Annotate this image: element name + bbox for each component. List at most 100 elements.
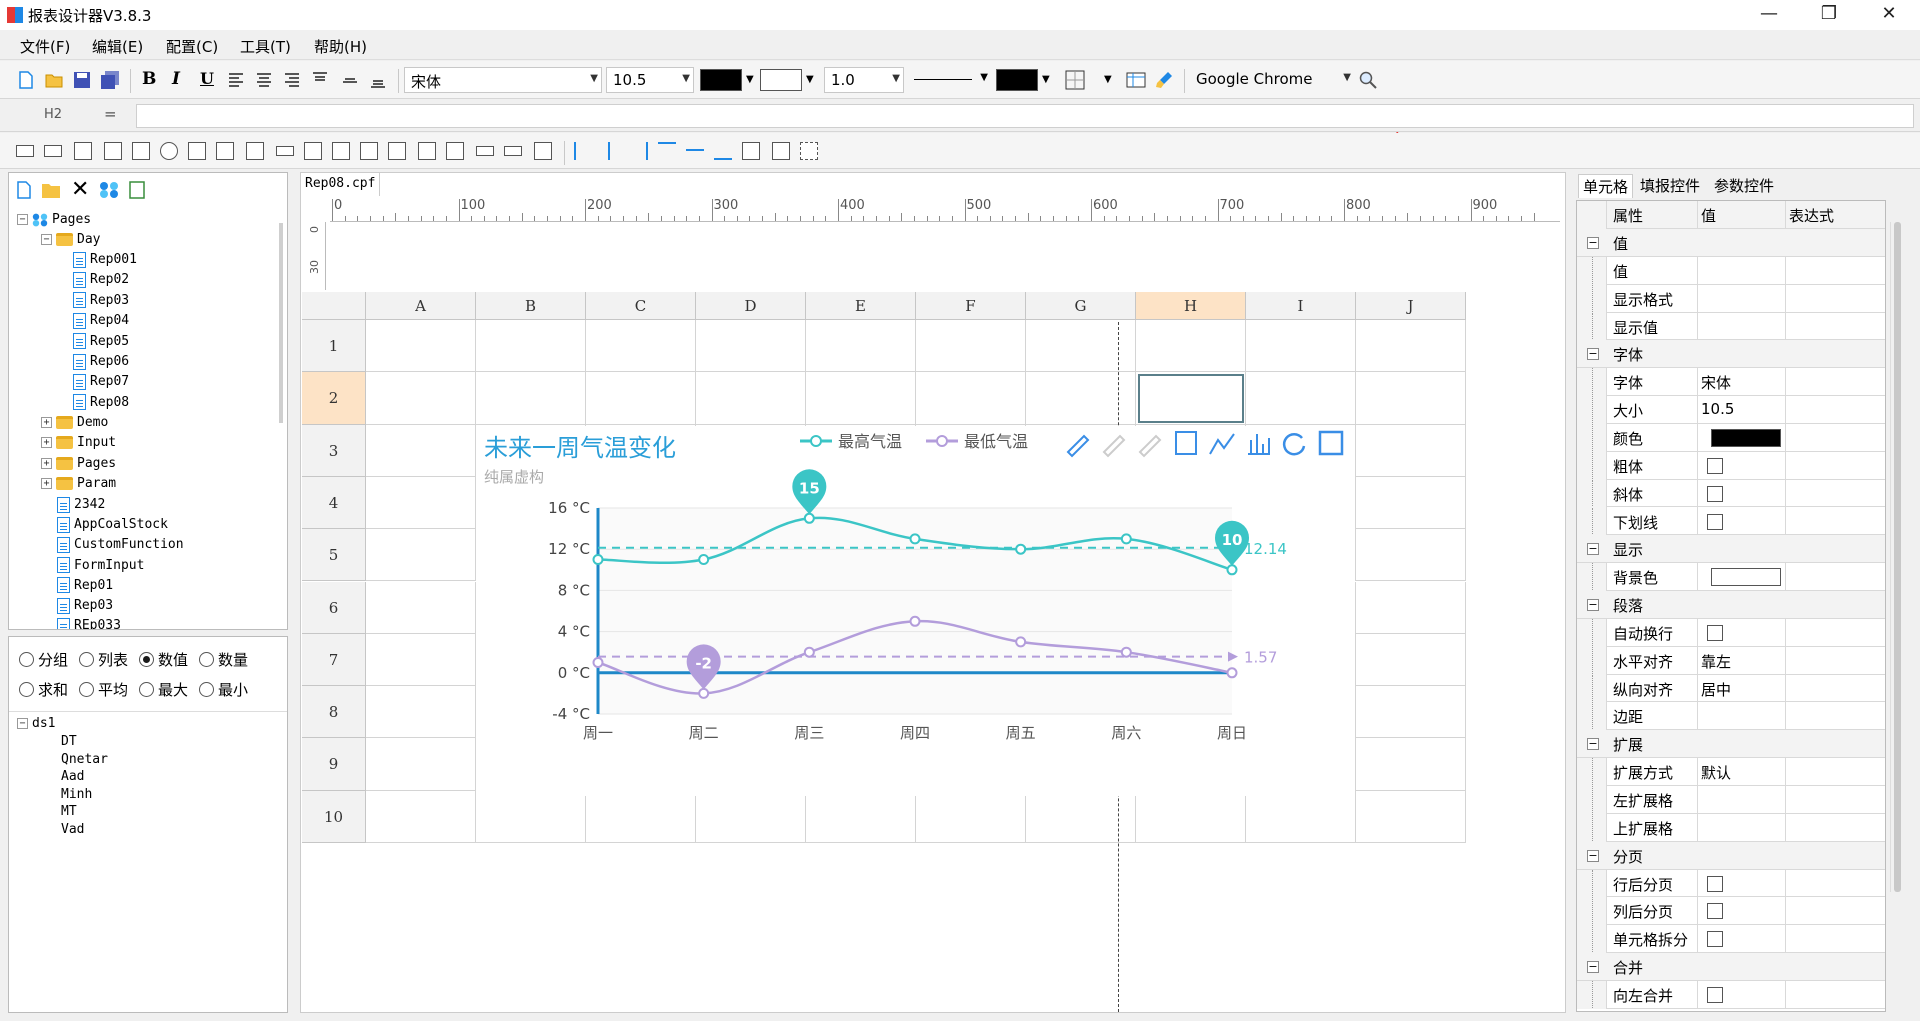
radio-circle[interactable] — [19, 682, 34, 697]
grid-cell[interactable] — [916, 320, 1026, 373]
list-form-icon[interactable] — [216, 142, 234, 160]
column-header[interactable]: G — [1026, 292, 1136, 320]
column-header[interactable]: A — [366, 292, 476, 320]
property-group[interactable]: − 字体 — [1577, 340, 1885, 369]
select-icon[interactable] — [476, 146, 494, 156]
grid-cell[interactable] — [1136, 790, 1246, 843]
property-row[interactable]: 值 — [1577, 256, 1885, 285]
property-group[interactable]: − 值 — [1577, 229, 1885, 257]
expand-icon[interactable]: + — [41, 478, 52, 490]
mark-line-icon[interactable] — [1102, 434, 1126, 458]
tree-report-item[interactable]: 2342 — [57, 496, 105, 514]
column-header[interactable]: D — [696, 292, 806, 320]
grid-cell[interactable] — [806, 372, 916, 425]
underline-icon[interactable]: U — [200, 69, 214, 88]
property-row[interactable]: 自动换行 — [1577, 618, 1885, 647]
grid-cell[interactable] — [1356, 581, 1466, 634]
textbox-icon[interactable] — [16, 145, 34, 157]
tree-report-item[interactable]: CustomFunction — [57, 536, 184, 554]
property-row[interactable]: 单元格拆分 — [1577, 925, 1885, 954]
property-row[interactable]: 字体 宋体 — [1577, 368, 1885, 397]
dataset-field[interactable]: Vad — [61, 821, 84, 839]
menu-config[interactable]: 配置(C) — [166, 36, 218, 57]
property-group[interactable]: − 显示 — [1577, 535, 1885, 564]
chevron-down-icon[interactable]: ▼ — [1042, 74, 1050, 85]
merge-icon[interactable] — [446, 142, 464, 160]
dataset-node[interactable]: − ds1 — [17, 715, 55, 733]
line-color-swatch[interactable] — [996, 69, 1038, 91]
clock-icon[interactable] — [160, 142, 178, 160]
align-rights-icon[interactable] — [630, 142, 648, 160]
property-group[interactable]: − 扩展 — [1577, 730, 1885, 759]
line-width-select[interactable]: 1.0 ▼ — [824, 67, 904, 93]
property-checkbox[interactable] — [1707, 624, 1723, 641]
grid-cell[interactable] — [1136, 320, 1246, 373]
legend-marker[interactable] — [810, 435, 822, 447]
new-file-icon[interactable] — [16, 70, 36, 90]
legend-label[interactable]: 最低气温 — [964, 432, 1028, 451]
back-color-swatch[interactable] — [760, 69, 802, 91]
grid-cell[interactable] — [366, 424, 476, 477]
font-size-select[interactable]: 10.5 ▼ — [606, 67, 694, 93]
radio-circle[interactable] — [19, 652, 34, 667]
align-center-icon[interactable] — [254, 70, 274, 90]
save-all-icon[interactable] — [100, 70, 120, 90]
grid-cell[interactable] — [366, 476, 476, 530]
row-header[interactable]: 3 — [302, 424, 366, 477]
color-swatch[interactable] — [1711, 428, 1781, 447]
menu-edit[interactable]: 编辑(E) — [92, 36, 143, 57]
property-checkbox[interactable] — [1707, 931, 1723, 948]
row-header[interactable]: 8 — [302, 686, 366, 739]
tree-report-item[interactable]: Rep08 — [73, 394, 129, 412]
column-header[interactable]: I — [1246, 292, 1356, 320]
align-left-icon[interactable] — [226, 70, 246, 90]
property-row[interactable]: 显示格式 — [1577, 284, 1885, 313]
border-icon[interactable] — [1064, 69, 1086, 91]
grid-cell[interactable] — [366, 372, 476, 425]
grid-cell[interactable] — [696, 790, 806, 843]
clear-mark-icon[interactable] — [1138, 434, 1162, 458]
bar-type-icon[interactable] — [1248, 434, 1270, 455]
option-radio[interactable]: 最小 — [199, 679, 248, 700]
same-width-icon[interactable] — [742, 142, 760, 160]
radio-circle[interactable] — [139, 682, 154, 697]
property-checkbox[interactable] — [1707, 513, 1723, 530]
property-row[interactable]: 下划线 — [1577, 507, 1885, 536]
tree-report-item[interactable]: Rep001 — [73, 251, 137, 269]
tree-report-item[interactable]: Rep06 — [73, 353, 129, 371]
collapse-icon[interactable]: − — [1587, 543, 1599, 556]
row-header[interactable]: 10 — [302, 790, 366, 843]
label-icon[interactable] — [74, 142, 92, 160]
property-checkbox[interactable] — [1707, 903, 1723, 920]
property-row[interactable]: 扩展方式 默认 — [1577, 758, 1885, 787]
tab-fill-control[interactable]: 填报控件 — [1636, 174, 1704, 197]
grid-cell[interactable] — [1026, 320, 1136, 373]
grid-cell[interactable] — [1356, 686, 1466, 739]
column-header[interactable]: H — [1136, 292, 1246, 320]
property-row[interactable]: 大小 10.5 — [1577, 396, 1885, 425]
row-header[interactable]: 5 — [302, 529, 366, 582]
property-row[interactable]: 水平对齐 靠左 — [1577, 646, 1885, 675]
property-row[interactable]: 显示值 — [1577, 312, 1885, 341]
tree-report-item[interactable]: Rep04 — [73, 312, 129, 330]
column-header[interactable]: E — [806, 292, 916, 320]
property-checkbox[interactable] — [1707, 986, 1723, 1003]
table-icon[interactable] — [104, 142, 122, 160]
row-header[interactable]: 4 — [302, 476, 366, 530]
collapse-icon[interactable]: − — [1587, 237, 1599, 249]
grid-cell[interactable] — [366, 581, 476, 634]
align-lefts-icon[interactable] — [574, 142, 592, 160]
grid-cell[interactable] — [476, 320, 586, 373]
property-group[interactable]: − 段落 — [1577, 591, 1885, 619]
font-color-swatch[interactable] — [700, 69, 742, 91]
color-swatch[interactable] — [1711, 568, 1781, 587]
property-row[interactable]: 背景色 — [1577, 563, 1885, 592]
grid-cell[interactable] — [1246, 320, 1356, 373]
minimize-icon[interactable]: — — [1740, 0, 1798, 30]
property-row[interactable]: 上扩展格 — [1577, 813, 1885, 842]
pages-group-icon[interactable] — [99, 181, 119, 199]
grid-cell[interactable] — [1356, 633, 1466, 687]
property-row[interactable]: 列后分页 — [1577, 897, 1885, 926]
property-checkbox[interactable] — [1707, 457, 1723, 474]
menu-help[interactable]: 帮助(H) — [314, 36, 367, 57]
